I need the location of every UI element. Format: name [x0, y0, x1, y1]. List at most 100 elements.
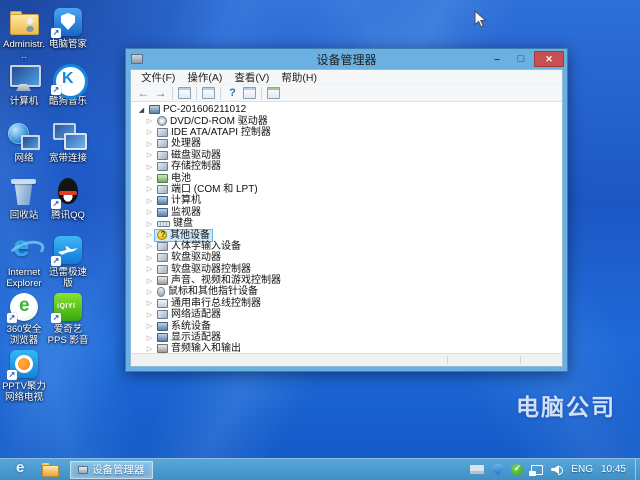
- desktop-icon[interactable]: 网络: [2, 120, 46, 176]
- back-icon[interactable]: [135, 86, 152, 101]
- collapse-arrow-icon[interactable]: [145, 220, 154, 228]
- broadband-icon: [51, 120, 85, 152]
- collapse-arrow-icon[interactable]: [145, 208, 154, 216]
- forward-icon[interactable]: [152, 86, 169, 101]
- desktop-icon[interactable]: 酷狗音乐: [46, 63, 90, 119]
- desktop-icon[interactable]: 360安全浏览器: [2, 291, 46, 347]
- network-adapter-icon: [157, 310, 168, 319]
- hid-icon: [157, 242, 168, 251]
- tree-item[interactable]: 存储控制器: [145, 161, 562, 172]
- close-button[interactable]: [534, 51, 564, 67]
- tree-item[interactable]: 音频输入和输出: [145, 343, 562, 353]
- scan-hardware-icon[interactable]: [265, 86, 282, 101]
- audio-io-icon: [157, 344, 168, 353]
- mouse-icon: [157, 287, 165, 297]
- menu-item[interactable]: 文件(F): [135, 70, 181, 85]
- desktop-icon[interactable]: 迅雷极速版: [46, 234, 90, 290]
- computer-desktop-icon: [7, 63, 41, 95]
- safety-check-tray-icon[interactable]: [511, 464, 523, 476]
- collapse-arrow-icon[interactable]: [145, 174, 154, 182]
- mouse-cursor-icon: [474, 10, 487, 34]
- collapse-arrow-icon[interactable]: [145, 254, 154, 262]
- collapse-arrow-icon[interactable]: [145, 265, 154, 273]
- touch-keyboard-tray-icon[interactable]: [470, 465, 484, 474]
- tree-item[interactable]: 端口 (COM 和 LPT): [145, 184, 562, 195]
- shortcut-arrow-icon: [51, 256, 61, 266]
- browser360-icon: [7, 291, 41, 323]
- desktop-icon[interactable]: 计算机: [2, 63, 46, 119]
- tree-item-label: 显示适配器: [171, 332, 221, 343]
- shortcut-arrow-icon: [51, 85, 61, 95]
- window-titlebar[interactable]: 设备管理器: [126, 49, 567, 69]
- tree-item-label: 电池: [171, 173, 191, 184]
- device-manager-window: 设备管理器 文件(F) 操作(A) 查看(V) 帮助(H): [125, 48, 568, 372]
- maximize-button[interactable]: [510, 51, 532, 67]
- collapse-arrow-icon[interactable]: [145, 140, 154, 148]
- status-bar: [131, 353, 562, 366]
- collapse-arrow-icon[interactable]: [145, 299, 154, 307]
- desktop-icon-label: 计算机: [10, 96, 39, 107]
- taskbar-launch-area: [14, 462, 58, 478]
- floppy-controller-icon: [157, 265, 168, 274]
- tree-item[interactable]: IDE ATA/ATAPI 控制器: [145, 127, 562, 138]
- taskbar-task-button[interactable]: 设备管理器: [70, 461, 153, 479]
- desktop-icon[interactable]: Administr...: [2, 6, 46, 62]
- tree-item-label: 声音、视频和游戏控制器: [171, 275, 281, 286]
- statusbar-separator: [520, 356, 521, 364]
- collapse-arrow-icon[interactable]: [145, 197, 154, 205]
- collapse-arrow-icon[interactable]: [145, 311, 154, 319]
- collapse-arrow-icon[interactable]: [145, 334, 154, 342]
- toolbar: [131, 85, 562, 102]
- language-indicator[interactable]: ENG: [571, 464, 593, 475]
- help-icon[interactable]: [224, 86, 241, 101]
- tree-item-label: 软盘驱动器控制器: [171, 264, 251, 275]
- expand-arrow-icon[interactable]: [137, 106, 146, 114]
- menu-item[interactable]: 查看(V): [228, 70, 275, 85]
- separator: [196, 87, 197, 100]
- collapse-arrow-icon[interactable]: [145, 128, 154, 136]
- desktop-icon[interactable]: 电脑管家: [46, 6, 90, 62]
- tree-item-label: 计算机: [171, 195, 201, 206]
- desktop-icon-label: 电脑管家: [49, 39, 87, 50]
- menu-item[interactable]: 操作(A): [181, 70, 228, 85]
- volume-tray-icon[interactable]: [551, 464, 563, 475]
- console-tree-icon[interactable]: [176, 86, 193, 101]
- desktop-icon[interactable]: 宽带连接: [46, 120, 90, 176]
- collapse-arrow-icon[interactable]: [145, 117, 154, 125]
- collapse-arrow-icon[interactable]: [145, 231, 154, 239]
- collapse-arrow-icon[interactable]: [145, 151, 154, 159]
- tree-item[interactable]: 计算机: [145, 195, 562, 206]
- collapse-arrow-icon[interactable]: [145, 288, 154, 296]
- show-desktop-button[interactable]: [635, 459, 640, 480]
- ie-taskbar-icon[interactable]: [14, 462, 30, 478]
- collapse-arrow-icon[interactable]: [145, 185, 154, 193]
- desktop-icon[interactable]: 腾讯QQ: [46, 177, 90, 233]
- tree-item-label: 软盘驱动器: [171, 252, 221, 263]
- desktop-icon-label: Internet Explorer: [2, 267, 46, 289]
- tree-item[interactable]: 监视器: [145, 207, 562, 218]
- usb-icon: [157, 299, 168, 308]
- menu-item[interactable]: 帮助(H): [275, 70, 323, 85]
- explorer-taskbar-icon[interactable]: [42, 463, 58, 476]
- clock[interactable]: 10:45: [601, 464, 626, 475]
- desktop-icon[interactable]: Internet Explorer: [2, 234, 46, 290]
- desktop-icon[interactable]: 回收站: [2, 177, 46, 233]
- desktop-icon[interactable]: PPTV聚力 网络电视: [2, 348, 46, 404]
- collapse-arrow-icon[interactable]: [145, 277, 154, 285]
- network-tray-icon[interactable]: [531, 465, 543, 475]
- collapse-arrow-icon[interactable]: [145, 345, 154, 353]
- collapse-arrow-icon[interactable]: [145, 163, 154, 171]
- properties-icon[interactable]: [200, 86, 217, 101]
- separator: [172, 87, 173, 100]
- recycle-bin-icon: [7, 177, 41, 209]
- desktop-icon-label: 爱奇艺PPS 影音: [46, 324, 90, 346]
- minimize-button[interactable]: [486, 51, 508, 67]
- collapse-arrow-icon[interactable]: [145, 242, 154, 250]
- tree-item-label: 磁盘驱动器: [171, 150, 221, 161]
- shield-tray-icon[interactable]: [492, 464, 503, 476]
- hidden-devices-icon[interactable]: [241, 86, 258, 101]
- collapse-arrow-icon[interactable]: [145, 322, 154, 330]
- system-tray: ENG 10:45: [470, 459, 626, 480]
- desktop-icon[interactable]: 爱奇艺PPS 影音: [46, 291, 90, 347]
- desktop-icon-label: 腾讯QQ: [51, 210, 85, 221]
